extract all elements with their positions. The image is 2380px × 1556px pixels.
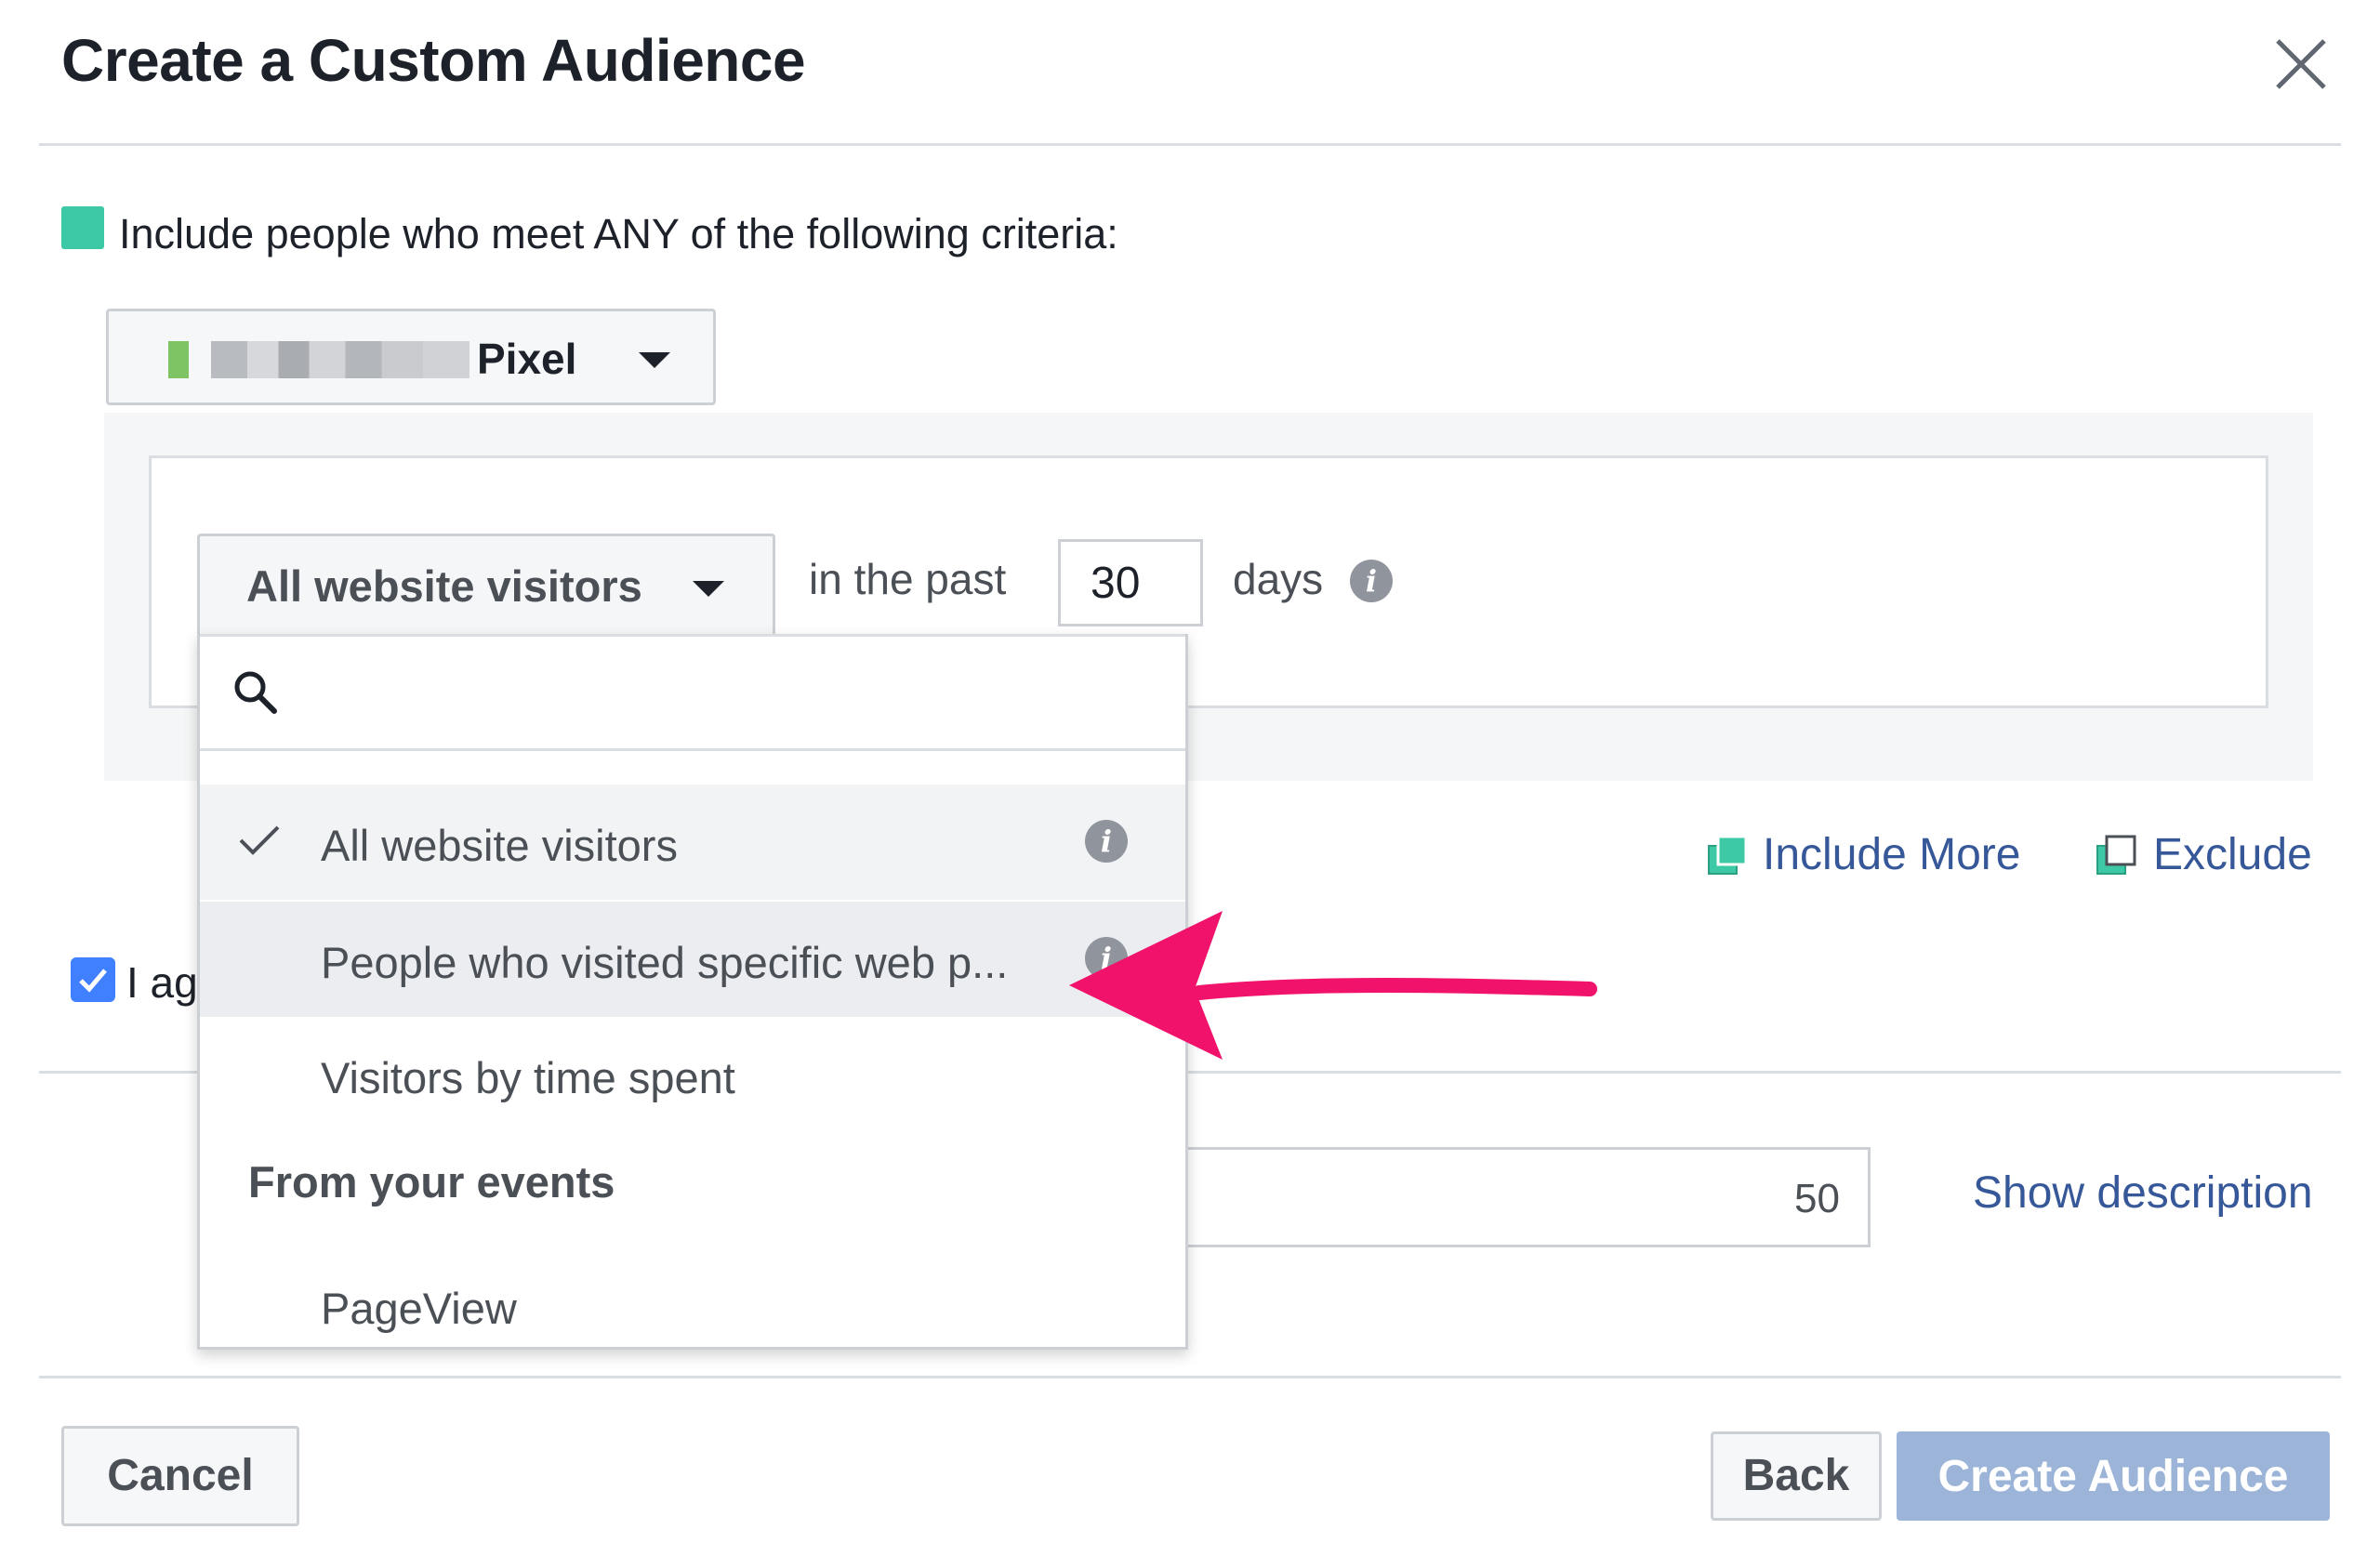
annotation-arrow-icon: [1069, 911, 1597, 1060]
search-icon: [234, 671, 277, 714]
show-description-link[interactable]: Show description: [1973, 1167, 2313, 1219]
pixel-select[interactable]: Pixel: [106, 309, 716, 405]
dropdown-section-header: From your events: [248, 1157, 615, 1207]
create-audience-button[interactable]: Create Audience: [1897, 1431, 2330, 1521]
dropdown-item-label: All website visitors: [321, 821, 678, 870]
days-label: days: [1233, 555, 1324, 603]
dropdown-item-specific-web-pages[interactable]: People who visited specific web p... i: [200, 902, 1185, 1017]
dropdown-item-label: Visitors by time spent: [321, 1053, 735, 1102]
event-select[interactable]: All website visitors: [197, 534, 775, 634]
dropdown-item-all-website-visitors[interactable]: All website visitors i: [200, 785, 1185, 900]
dropdown-search[interactable]: [200, 634, 1185, 751]
include-color-swatch: [61, 206, 104, 249]
retention-days-input[interactable]: [1058, 539, 1203, 626]
footer-divider: [39, 1376, 2341, 1378]
dialog-title: Create a Custom Audience: [61, 27, 806, 94]
character-count: 50: [1794, 1176, 1840, 1221]
close-button[interactable]: [2270, 33, 2332, 95]
close-icon: [2276, 39, 2326, 89]
pixel-status-icon: [168, 341, 189, 378]
criteria-label: Include people who meet ANY of the follo…: [119, 210, 1118, 257]
dropdown-item-pageview[interactable]: PageView: [200, 1247, 1185, 1363]
checkmark-icon: [79, 969, 107, 993]
caret-down-icon: [639, 352, 670, 368]
caret-down-icon: [693, 581, 724, 597]
event-dropdown-menu: All website visitors i People who visite…: [197, 634, 1188, 1350]
event-select-label: All website visitors: [246, 561, 642, 611]
audience-name-input[interactable]: 50: [1153, 1147, 1871, 1247]
exclude-link[interactable]: Exclude: [2153, 829, 2312, 880]
cancel-button[interactable]: Cancel: [61, 1426, 299, 1526]
dropdown-item-label: PageView: [321, 1284, 517, 1333]
exclude-icon: [2094, 833, 2138, 882]
dropdown-item-visitors-by-time[interactable]: Visitors by time spent: [200, 1017, 1185, 1132]
pixel-name-redacted: [211, 341, 469, 378]
info-icon[interactable]: i: [1350, 560, 1393, 602]
include-more-icon: [1705, 833, 1750, 882]
back-button[interactable]: Back: [1711, 1431, 1882, 1521]
header-divider: [39, 143, 2341, 146]
info-icon[interactable]: i: [1085, 820, 1128, 863]
pixel-select-label: Pixel: [477, 335, 577, 383]
terms-label: I ag: [126, 958, 198, 1007]
terms-checkbox[interactable]: [71, 957, 115, 1002]
include-more-link[interactable]: Include More: [1763, 829, 2020, 880]
in-the-past-label: in the past: [809, 555, 1007, 603]
checkmark-icon: [239, 825, 280, 855]
dropdown-item-label: People who visited specific web p...: [321, 938, 1009, 987]
